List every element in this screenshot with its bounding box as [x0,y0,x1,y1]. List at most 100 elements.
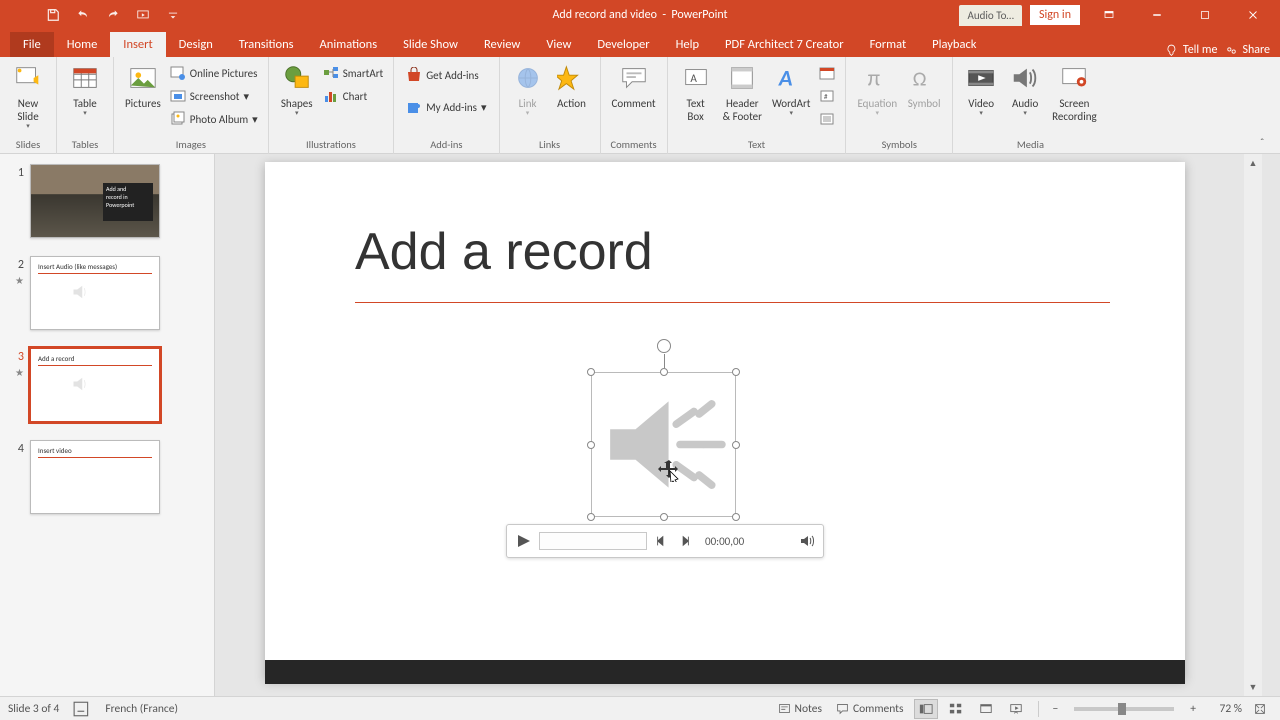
tab-animations[interactable]: Animations [307,32,391,57]
slide-sorter-view-icon[interactable] [944,699,968,719]
thumbnail[interactable]: Insert video [30,440,160,514]
table-button[interactable]: Table▾ [63,60,107,120]
step-back-icon[interactable] [655,534,669,548]
equation-button[interactable]: πEquation▾ [852,60,902,120]
audio-object-selected[interactable] [591,372,736,517]
resize-handle[interactable] [660,513,668,521]
smartart-button[interactable]: SmartArt [319,62,388,84]
my-addins-button[interactable]: My Add-ins ▾ [402,96,490,118]
tab-playback[interactable]: Playback [919,32,989,57]
screenshot-button[interactable]: Screenshot ▾ [166,85,262,107]
app-name: PowerPoint [671,8,727,22]
rotate-handle[interactable] [657,339,671,353]
video-button[interactable]: Video▾ [959,60,1003,120]
undo-icon[interactable] [70,3,96,27]
action-icon [556,62,588,94]
header-footer-button[interactable]: Header & Footer [718,60,767,125]
screen-recording-button[interactable]: Screen Recording [1047,60,1102,125]
scroll-down-icon[interactable]: ▼ [1244,678,1262,696]
save-icon[interactable] [40,3,66,27]
audio-button[interactable]: Audio▾ [1003,60,1047,120]
photo-album-button[interactable]: Photo Album ▾ [166,108,262,130]
slide-canvas[interactable]: Add a record [265,162,1185,680]
step-forward-icon[interactable] [677,534,691,548]
puzzle-icon [406,99,422,115]
tab-view[interactable]: View [533,32,584,57]
link-button[interactable]: Link▾ [506,60,550,120]
start-from-beginning-icon[interactable] [130,3,156,27]
symbol-button[interactable]: ΩSymbol [902,60,946,112]
resize-handle[interactable] [732,368,740,376]
tab-insert[interactable]: Insert [110,32,165,57]
redo-icon[interactable] [100,3,126,27]
play-icon[interactable] [515,533,531,549]
tab-developer[interactable]: Developer [584,32,662,57]
zoom-out-icon[interactable]: − [1049,702,1063,716]
tab-home[interactable]: Home [54,32,111,57]
sign-in-button[interactable]: Sign in [1030,5,1080,25]
slide-title-text[interactable]: Add a record [355,222,653,282]
comment-button[interactable]: Comment [607,60,661,112]
tab-slide-show[interactable]: Slide Show [390,32,471,57]
thumbnail[interactable]: Insert Audio (like messages) [30,256,160,330]
close-icon[interactable] [1230,0,1276,30]
tab-review[interactable]: Review [471,32,533,57]
slide-number-button[interactable]: # [815,85,839,107]
tab-help[interactable]: Help [663,32,712,57]
zoom-level[interactable]: 72 % [1206,702,1242,716]
new-slide-button[interactable]: New Slide▾ [6,60,50,133]
maximize-icon[interactable] [1182,0,1228,30]
slide-editor[interactable]: Add a record [215,154,1262,696]
action-button[interactable]: Action [550,60,594,112]
minimize-icon[interactable] [1134,0,1180,30]
resize-handle[interactable] [732,441,740,449]
slideshow-view-icon[interactable] [1004,699,1028,719]
slide-position[interactable]: Slide 3 of 4 [8,702,59,716]
scroll-up-icon[interactable]: ▲ [1244,154,1262,172]
slide-thumb-4: 4 Insert video [10,440,204,514]
resize-handle[interactable] [732,513,740,521]
tell-me-button[interactable]: Tell me [1166,43,1218,57]
spellcheck-icon[interactable] [73,700,91,718]
notes-area[interactable] [265,660,1185,684]
qat-more-icon[interactable] [160,3,186,27]
chart-button[interactable]: Chart [319,85,388,107]
wordart-button[interactable]: AWordArt▾ [767,60,815,120]
text-box-button[interactable]: AText Box [674,60,718,125]
tab-file[interactable]: File [10,32,54,57]
zoom-slider[interactable] [1074,707,1174,711]
vertical-scrollbar[interactable]: ▲ ▼ [1244,154,1262,696]
resize-handle[interactable] [587,368,595,376]
zoom-knob[interactable] [1118,703,1126,715]
thumbnail[interactable]: Add a record [30,348,160,422]
store-icon [406,67,422,83]
date-time-button[interactable] [815,62,839,84]
resize-handle[interactable] [587,441,595,449]
object-button[interactable] [815,108,839,130]
notes-button[interactable]: Notes [774,702,826,716]
collapse-ribbon-icon[interactable]: ˆ [1260,136,1274,150]
normal-view-icon[interactable] [914,699,938,719]
pictures-button[interactable]: Pictures [120,60,166,112]
slide-thumbnails-panel[interactable]: 1 Add andrecord inPowerpoint 2★ Insert A… [0,154,215,696]
online-pictures-button[interactable]: Online Pictures [166,62,262,84]
shapes-button[interactable]: Shapes▾ [275,60,319,120]
zoom-in-icon[interactable]: + [1186,702,1200,716]
fit-to-window-icon[interactable] [1248,699,1272,719]
thumbnail[interactable]: Add andrecord inPowerpoint [30,164,160,238]
tab-design[interactable]: Design [166,32,226,57]
tab-pdf-architect[interactable]: PDF Architect 7 Creator [712,32,857,57]
language-button[interactable]: French (France) [105,702,178,716]
seek-track[interactable] [539,532,647,550]
get-addins-button[interactable]: Get Add-ins [402,64,490,86]
resize-handle[interactable] [587,513,595,521]
share-button[interactable]: Share [1225,43,1270,57]
tab-transitions[interactable]: Transitions [226,32,307,57]
comments-button[interactable]: Comments [832,702,908,716]
text-box-icon: A [680,62,712,94]
tab-format[interactable]: Format [857,32,920,57]
volume-icon[interactable] [799,533,815,549]
reading-view-icon[interactable] [974,699,998,719]
resize-handle[interactable] [660,368,668,376]
ribbon-display-options-icon[interactable] [1086,0,1132,30]
